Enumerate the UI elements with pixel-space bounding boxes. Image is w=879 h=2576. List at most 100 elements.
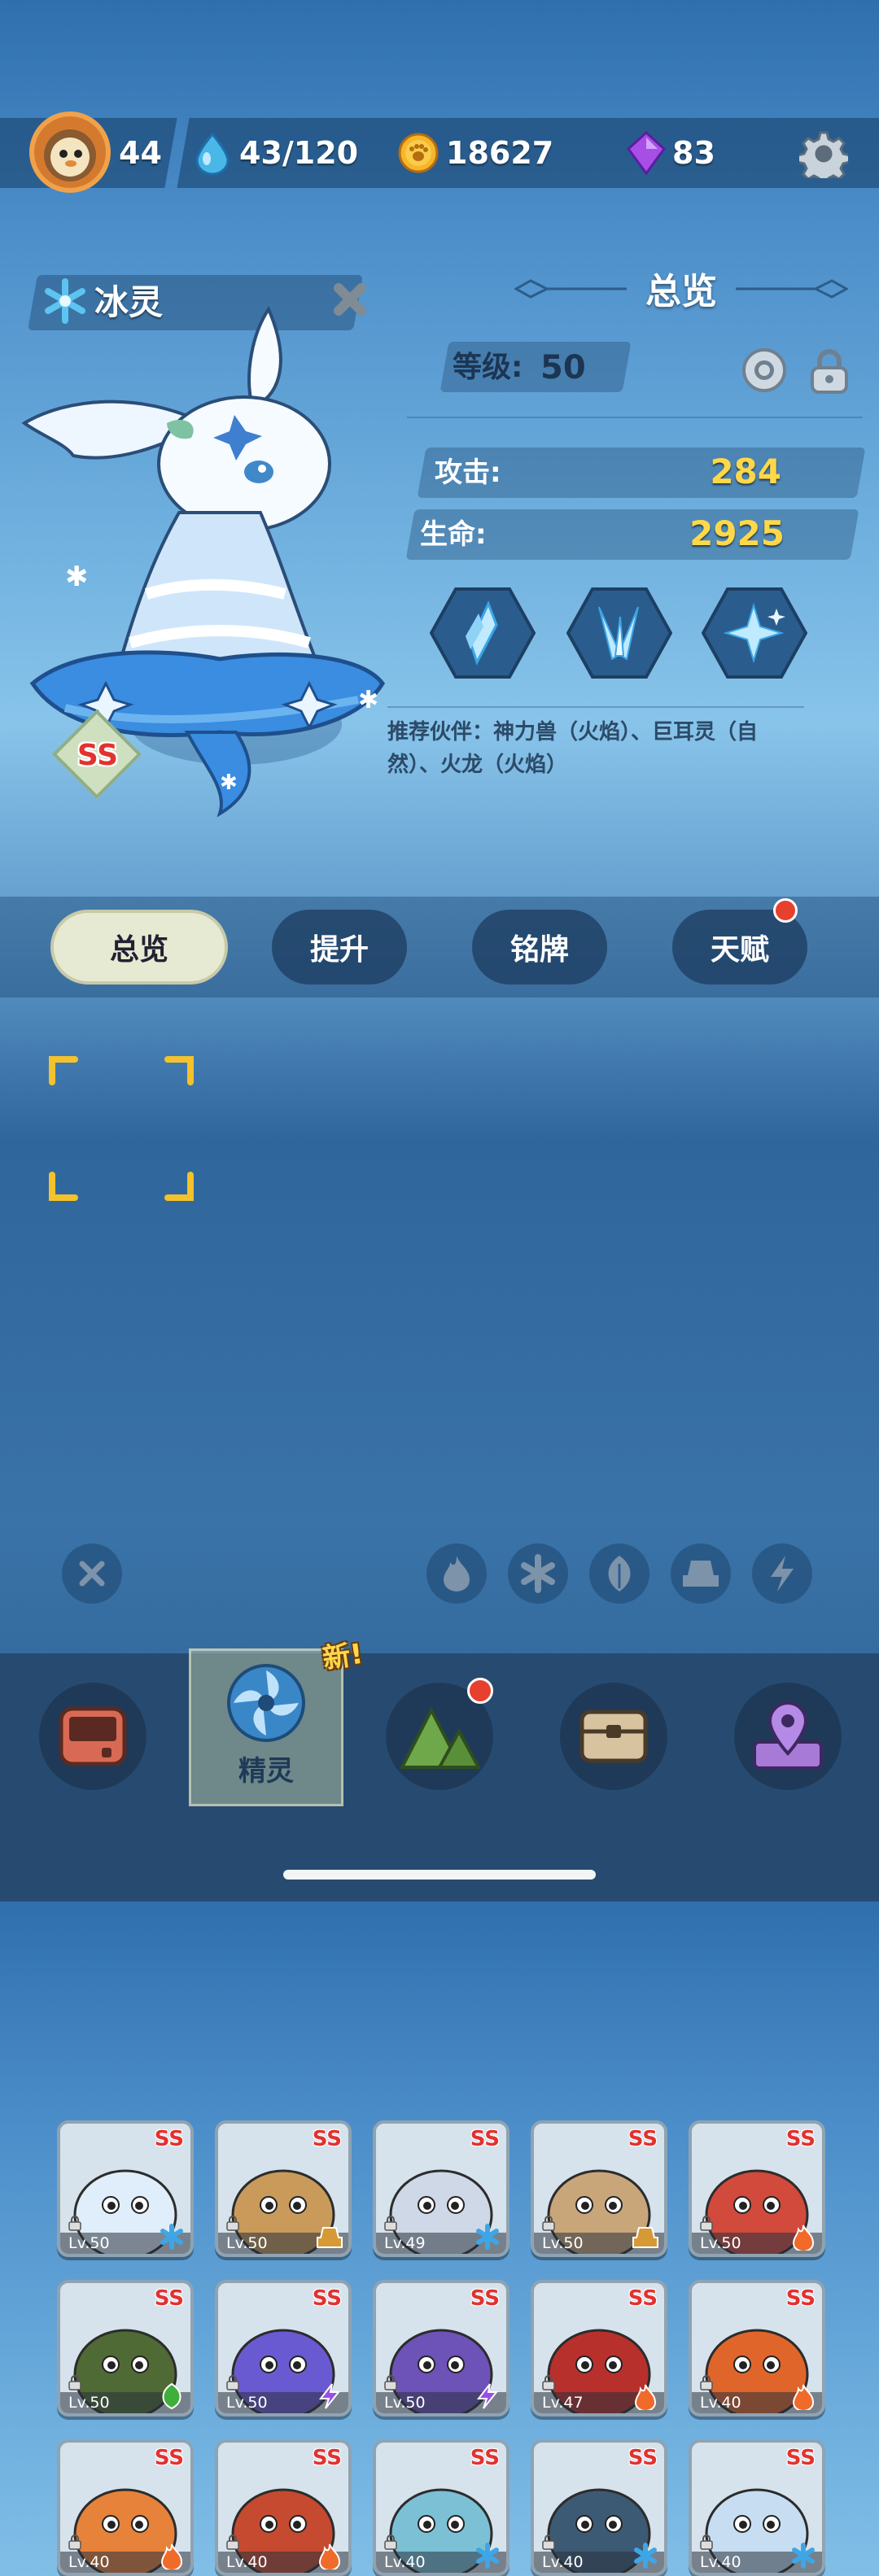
energy-count: 43/120 <box>239 135 359 171</box>
lock-icon <box>542 2216 555 2231</box>
skill-ice-shard-icon[interactable] <box>430 586 536 680</box>
pet-rank: SS <box>312 2286 342 2311</box>
console-icon <box>59 1706 127 1766</box>
lock-icon <box>384 2375 397 2390</box>
lock-icon <box>384 2216 397 2231</box>
home-indicator <box>283 1870 596 1880</box>
nav-chest[interactable] <box>560 1683 667 1790</box>
overview-header: 总览 <box>514 262 848 314</box>
fire-icon <box>444 1556 470 1591</box>
tab-upgrade[interactable]: 提升 <box>272 910 407 985</box>
pet-card[interactable]: SS Lv.50 <box>215 2280 352 2417</box>
pet-rank: SS <box>154 2286 184 2311</box>
nav-console[interactable] <box>39 1683 146 1790</box>
pet-rank: SS <box>785 2286 816 2311</box>
lock-icon <box>384 2535 397 2550</box>
filter-thunder[interactable] <box>752 1543 812 1604</box>
lock-icon <box>700 2375 713 2390</box>
water-drop-icon <box>194 132 231 178</box>
pet-card[interactable]: SS Lv.40 <box>689 2280 825 2417</box>
lock-icon <box>68 2216 81 2231</box>
close-icon <box>79 1561 105 1587</box>
pet-rank: SS <box>154 2127 184 2151</box>
purple-gem-icon <box>625 130 667 178</box>
nature-icon <box>608 1556 631 1591</box>
pet-card[interactable]: SS Lv.40 <box>531 2439 667 2576</box>
skill-ice-spikes-icon[interactable] <box>566 586 672 680</box>
lock-icon <box>226 2375 239 2390</box>
ice-element-icon <box>476 2543 499 2569</box>
attack-label: 攻击: <box>435 456 501 489</box>
tab-overview[interactable]: 总览 <box>50 910 228 985</box>
nav-spirit[interactable]: 精灵 <box>187 1644 345 1806</box>
pet-rank: SS <box>628 2127 658 2151</box>
skill-sparkle-icon[interactable] <box>702 586 807 680</box>
new-badge: 新! <box>320 1637 365 1676</box>
fire-element-icon <box>792 2225 815 2251</box>
nav-spirit-label: 精灵 <box>238 1754 294 1788</box>
player-level: 44 <box>119 135 162 171</box>
lock-icon <box>700 2535 713 2550</box>
pet-rank: SS <box>470 2286 500 2311</box>
filter-ice[interactable] <box>508 1543 568 1604</box>
pet-rank: SS <box>312 2127 342 2151</box>
pet-card[interactable]: SS Lv.40 <box>215 2439 352 2576</box>
pet-card[interactable]: SS Lv.40 <box>57 2439 194 2576</box>
pet-card[interactable]: SS Lv.50 <box>531 2120 667 2257</box>
clear-filter-button[interactable] <box>62 1543 122 1604</box>
avatar-creature-icon <box>44 129 96 181</box>
filter-earth[interactable] <box>671 1543 731 1604</box>
pet-card[interactable]: SS Lv.40 <box>373 2439 509 2576</box>
lock-icon[interactable] <box>807 348 851 397</box>
ice-element-icon <box>160 2224 183 2250</box>
right-ornament-icon <box>736 279 848 299</box>
level-value: 50 <box>540 349 586 386</box>
overview-title: 总览 <box>645 271 717 312</box>
settings-gear-icon[interactable] <box>796 129 851 186</box>
gem-count: 83 <box>672 135 715 171</box>
pet-card[interactable]: SS Lv.49 <box>373 2120 509 2257</box>
lock-icon <box>68 2535 81 2550</box>
coin-count: 18627 <box>446 135 554 171</box>
pet-card[interactable]: SS Lv.50 <box>57 2280 194 2417</box>
thunder-icon <box>771 1556 794 1591</box>
earth-element-icon <box>317 2227 343 2248</box>
pet-rank: SS <box>470 2446 500 2470</box>
thunder-element-icon <box>476 2383 499 2409</box>
pet-card[interactable]: SS Lv.50 <box>215 2120 352 2257</box>
earth-element-icon <box>632 2227 658 2248</box>
attack-value: 284 <box>710 452 781 491</box>
ice-icon <box>521 1554 555 1593</box>
pet-rank: SS <box>312 2446 342 2470</box>
nav-map[interactable] <box>734 1683 842 1790</box>
player-avatar[interactable] <box>29 111 111 193</box>
nature-element-icon <box>162 2382 181 2410</box>
pet-card[interactable]: SS Lv.50 <box>373 2280 509 2417</box>
hp-label: 生命: <box>420 518 487 551</box>
map-pin-icon <box>753 1701 823 1770</box>
fire-element-icon <box>634 2384 657 2410</box>
mountain-icon <box>399 1706 480 1769</box>
fire-element-icon <box>792 2384 815 2410</box>
chest-icon <box>579 1709 648 1763</box>
selection-frame <box>49 1056 194 1201</box>
divider <box>407 417 863 418</box>
earth-icon <box>683 1561 719 1587</box>
pet-card[interactable]: SS Lv.50 <box>57 2120 194 2257</box>
fire-element-icon <box>318 2543 341 2569</box>
recommend-text: 推荐伙伴：神力兽（火焰）、巨耳灵（自然）、火龙（火焰） <box>387 720 759 777</box>
thunder-element-icon <box>318 2383 341 2409</box>
fire-element-icon <box>160 2543 183 2569</box>
adventure-notification-dot <box>467 1678 493 1704</box>
target-icon[interactable] <box>742 348 786 392</box>
pet-card[interactable]: SS Lv.47 <box>531 2280 667 2417</box>
tab-nameplate[interactable]: 铭牌 <box>472 910 607 985</box>
pet-card[interactable]: SS Lv.50 <box>689 2120 825 2257</box>
pet-rank: SS <box>470 2127 500 2151</box>
pet-rank: SS <box>154 2446 184 2470</box>
filter-nature[interactable] <box>589 1543 649 1604</box>
paw-coin-icon <box>397 132 440 177</box>
talent-notification-dot <box>773 898 798 923</box>
pet-card[interactable]: SS Lv.40 <box>689 2439 825 2576</box>
filter-fire[interactable] <box>426 1543 487 1604</box>
